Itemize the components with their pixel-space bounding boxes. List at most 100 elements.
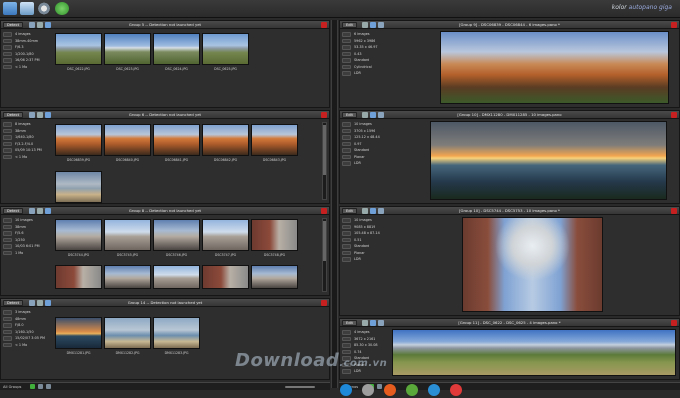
- image-thumbnail[interactable]: DSC_0623.JPG: [104, 33, 151, 71]
- images-icon: [3, 218, 12, 223]
- close-icon[interactable]: [671, 208, 677, 214]
- image-thumbnail[interactable]: DSC5747.JPG: [202, 219, 249, 257]
- pano-panel: Edit [Group 11] - DSC_0622 - DSC_0625 - …: [339, 318, 680, 380]
- grid-icon[interactable]: [377, 384, 382, 389]
- image-thumbnail[interactable]: [104, 265, 151, 289]
- thumbnail-filename: DSC_0622.JPG: [67, 67, 90, 71]
- panorama-preview[interactable]: [392, 329, 676, 376]
- image-thumbnail[interactable]: DSC5746.JPG: [153, 219, 200, 257]
- list-icon[interactable]: [46, 384, 51, 389]
- aperture-icon: [3, 45, 12, 50]
- play-icon[interactable]: [30, 384, 35, 389]
- group-scrollbar[interactable]: [322, 218, 327, 292]
- info-fov: 85.30 x 30.08: [354, 343, 378, 348]
- info-images: 8 images: [15, 122, 31, 127]
- thumbnail-image: [153, 124, 200, 156]
- image-thumbnail[interactable]: DSC06840.JPG: [104, 124, 151, 162]
- images-icon: [3, 32, 12, 37]
- group-panel: Detect Group 8 -- Detection not launched…: [0, 206, 330, 296]
- panorama-preview[interactable]: [440, 31, 669, 104]
- shutter-icon: [3, 135, 12, 140]
- info-projection: Cylindrical: [354, 64, 372, 69]
- info-shutter: 1/250: [15, 237, 25, 242]
- close-icon[interactable]: [321, 208, 327, 214]
- save-icon[interactable]: [20, 2, 34, 15]
- close-icon[interactable]: [321, 112, 327, 118]
- image-thumbnail[interactable]: [153, 265, 200, 289]
- thumbnail-filename: DSC5747.JPG: [214, 253, 237, 257]
- thumbnail-filename: DMX11283.JPG: [164, 351, 189, 355]
- image-thumbnail[interactable]: [55, 265, 102, 289]
- info-size: 1 Mo: [15, 250, 24, 255]
- image-thumbnail[interactable]: DSC06839.JPG: [55, 124, 102, 162]
- thumbnail-filename: DSC_0624.JPG: [165, 67, 188, 71]
- thumbnail-filename: DSC06841.JPG: [164, 158, 189, 162]
- image-thumbnail[interactable]: DSC5745.JPG: [104, 219, 151, 257]
- info-focal: 38mm: [15, 128, 26, 133]
- open-folder-icon[interactable]: [3, 2, 17, 15]
- group-header: Detect Group 8 -- Detection not launched…: [1, 207, 329, 215]
- image-thumbnail[interactable]: [202, 265, 249, 289]
- watermark-dot: [450, 384, 462, 396]
- image-thumbnail[interactable]: DSC06842.JPG: [202, 124, 249, 162]
- image-thumbnail[interactable]: DSC_0622.JPG: [55, 33, 102, 71]
- scrollbar-thumb[interactable]: [323, 221, 326, 261]
- pane-splitter[interactable]: [331, 20, 338, 388]
- date-icon: [3, 58, 12, 63]
- image-thumbnail[interactable]: DSC5744.JPG: [55, 219, 102, 257]
- thumbnail-filename: DSC5745.JPG: [116, 253, 139, 257]
- size-icon: [3, 64, 12, 69]
- grid-icon[interactable]: [38, 384, 43, 389]
- rms-icon: [342, 141, 351, 146]
- info-images: 4 images: [15, 32, 31, 37]
- info-rms: 0.51: [354, 237, 362, 242]
- image-thumbnail[interactable]: DMX11283.JPG: [153, 317, 200, 355]
- info-size: < 1 Mo: [15, 154, 28, 159]
- group-title: Group 8 -- Detection not launched yet: [128, 208, 202, 213]
- scrollbar-thumb[interactable]: [323, 125, 326, 175]
- info-images: 6 images: [354, 32, 370, 37]
- thumbnail-image: [104, 317, 151, 349]
- close-icon[interactable]: [321, 22, 327, 28]
- image-thumbnail[interactable]: [251, 265, 298, 289]
- thumbnail-filename: DSC06840.JPG: [115, 158, 140, 162]
- group-header: Detect Group 6 -- Detection not launched…: [1, 111, 329, 119]
- help-icon[interactable]: [55, 2, 69, 15]
- images-icon: [342, 122, 351, 127]
- info-focal: 38mm: [15, 224, 26, 229]
- watermark-dot: [428, 384, 440, 396]
- focal-icon: [3, 316, 12, 321]
- close-icon[interactable]: [321, 300, 327, 306]
- shutter-icon: [3, 237, 12, 242]
- panorama-preview[interactable]: [462, 217, 603, 312]
- settings-icon[interactable]: [37, 2, 51, 15]
- thumbnail-image: [251, 219, 298, 251]
- panorama-preview[interactable]: [430, 121, 667, 200]
- group-scrollbar[interactable]: [322, 122, 327, 200]
- image-thumbnail[interactable]: DSC5748.JPG: [251, 219, 298, 257]
- resolution-icon: [342, 128, 351, 133]
- image-thumbnail[interactable]: [55, 171, 102, 203]
- aperture-icon: [3, 141, 12, 146]
- info-range: LDR: [354, 257, 361, 262]
- image-thumbnail[interactable]: DSC_0624.JPG: [153, 33, 200, 71]
- image-thumbnail[interactable]: DMX11282.JPG: [104, 317, 151, 355]
- pano-info: 6 images 5962 x 3986 53.35 x 46.97 0.43 …: [342, 31, 389, 77]
- close-icon[interactable]: [671, 22, 677, 28]
- group-info: 3 images 48mm F/8.0 1/160-1/50 15/02/07 …: [3, 309, 50, 348]
- image-thumbnail[interactable]: DMX11281.JPG: [55, 317, 102, 355]
- image-thumbnail[interactable]: DSC_0625.JPG: [202, 33, 249, 71]
- watermark-dot: [384, 384, 396, 396]
- info-mode: Standard: [354, 244, 370, 249]
- image-thumbnail[interactable]: DSC06843.JPG: [251, 124, 298, 162]
- thumbnail-image: [202, 124, 249, 156]
- close-icon[interactable]: [671, 320, 677, 326]
- info-projection: Planar: [354, 154, 365, 159]
- close-icon[interactable]: [671, 112, 677, 118]
- fov-icon: [342, 45, 351, 50]
- mode-icon: [342, 244, 351, 249]
- resolution-icon: [342, 38, 351, 43]
- pano-panel: Edit [Group 10] - DSC5744 - DSC5753 - 10…: [339, 206, 680, 316]
- zoom-slider[interactable]: [285, 386, 315, 388]
- image-thumbnail[interactable]: DSC06841.JPG: [153, 124, 200, 162]
